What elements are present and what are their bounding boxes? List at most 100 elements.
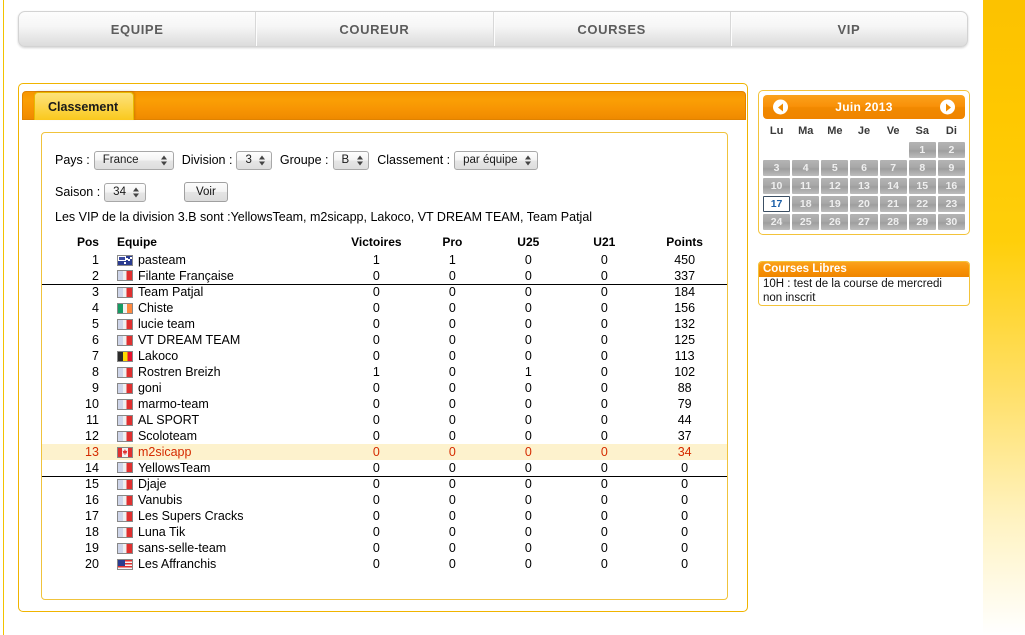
cell-team: Vanubis xyxy=(105,492,338,508)
calendar-day[interactable]: 29 xyxy=(908,214,936,230)
team-name[interactable]: Luna Tik xyxy=(138,525,185,539)
calendar-day[interactable]: 21 xyxy=(879,196,907,212)
table-row[interactable]: 1 pasteam 1 1 0 0 450 xyxy=(42,252,727,268)
table-row[interactable]: 6 VT DREAM TEAM 0 0 0 0 125 xyxy=(42,332,727,348)
table-row[interactable]: 9 goni 0 0 0 0 88 xyxy=(42,380,727,396)
voir-button[interactable]: Voir xyxy=(183,182,228,202)
calendar-day[interactable]: 22 xyxy=(908,196,936,212)
team-name[interactable]: Chiste xyxy=(138,301,173,315)
table-row[interactable]: 19 sans-selle-team 0 0 0 0 0 xyxy=(42,540,727,556)
calendar-day[interactable]: 1 xyxy=(908,142,936,158)
team-name[interactable]: lucie team xyxy=(138,317,195,331)
calendar-day[interactable]: 14 xyxy=(879,178,907,194)
nav-tab-vip[interactable]: VIP xyxy=(731,12,967,46)
table-row[interactable]: 17 Les Supers Cracks 0 0 0 0 0 xyxy=(42,508,727,524)
table-row[interactable]: 8 Rostren Breizh 1 0 1 0 102 xyxy=(42,364,727,380)
team-name[interactable]: marmo-team xyxy=(138,397,209,411)
division-select[interactable]: 3 xyxy=(236,150,272,170)
cell-u21: 0 xyxy=(600,365,608,379)
team-name[interactable]: AL SPORT xyxy=(138,413,199,427)
team-name[interactable]: Team Patjal xyxy=(138,285,203,299)
team-name[interactable]: Les Affranchis xyxy=(138,557,216,571)
table-row[interactable]: 2 Filante Française 0 0 0 0 337 xyxy=(42,268,727,285)
table-row[interactable]: 14 YellowsTeam 0 0 0 0 0 xyxy=(42,460,727,477)
nav-tab-courses[interactable]: COURSES xyxy=(494,12,731,46)
table-row[interactable]: 20 Les Affranchis 0 0 0 0 0 xyxy=(42,556,727,572)
nav-tab-equipe[interactable]: EQUIPE xyxy=(19,12,257,46)
cell-pro: 0 xyxy=(448,509,456,523)
team-name[interactable]: Filante Française xyxy=(138,269,234,283)
table-row[interactable]: 16 Vanubis 0 0 0 0 0 xyxy=(42,492,727,508)
chevron-right-icon[interactable] xyxy=(940,99,955,115)
team-cell: goni xyxy=(116,381,338,395)
cell-u21: 0 xyxy=(600,381,608,395)
team-name[interactable]: sans-selle-team xyxy=(138,541,226,555)
table-row[interactable]: 12 Scoloteam 0 0 0 0 37 xyxy=(42,428,727,444)
calendar-day[interactable]: 3 xyxy=(763,160,791,176)
table-row[interactable]: 15 Djaje 0 0 0 0 0 xyxy=(42,476,727,492)
calendar-day[interactable]: 7 xyxy=(879,160,907,176)
table-row[interactable]: 7 Lakoco 0 0 0 0 113 xyxy=(42,348,727,364)
calendar-day[interactable]: 16 xyxy=(937,178,965,194)
cell-pos: 15 xyxy=(85,477,99,492)
calendar-day[interactable]: 23 xyxy=(937,196,965,212)
pays-select[interactable]: France xyxy=(93,150,174,170)
team-name[interactable]: Vanubis xyxy=(138,493,182,507)
calendar-day[interactable]: 19 xyxy=(821,196,849,212)
calendar-day[interactable]: 28 xyxy=(879,214,907,230)
calendar-day[interactable]: 13 xyxy=(850,178,878,194)
team-cell: Team Patjal xyxy=(116,285,338,299)
table-row[interactable]: 5 lucie team 0 0 0 0 132 xyxy=(42,316,727,332)
calendar-day[interactable]: 10 xyxy=(763,178,791,194)
table-row[interactable]: 11 AL SPORT 0 0 0 0 44 xyxy=(42,412,727,428)
calendar-day[interactable]: 8 xyxy=(908,160,936,176)
calendar-day[interactable]: 30 xyxy=(937,214,965,230)
table-row[interactable]: 18 Luna Tik 0 0 0 0 0 xyxy=(42,524,727,540)
calendar-day[interactable]: 6 xyxy=(850,160,878,176)
cell-pos: 2 xyxy=(42,268,105,285)
cell-victoires: 1 xyxy=(372,253,380,267)
team-name[interactable]: Les Supers Cracks xyxy=(138,509,244,523)
page-root: EQUIPE COUREUR COURSES VIP Classement Pays … xyxy=(0,0,990,635)
calendar-day[interactable]: 12 xyxy=(821,178,849,194)
cell-team: lucie team xyxy=(105,316,338,332)
nav-tab-coureur[interactable]: COUREUR xyxy=(256,12,494,46)
calendar-day[interactable]: 25 xyxy=(792,214,820,230)
table-row[interactable]: 10 marmo-team 0 0 0 0 79 xyxy=(42,396,727,412)
team-name[interactable]: Djaje xyxy=(138,477,167,491)
calendar-day[interactable]: 2 xyxy=(937,142,965,158)
calendar-day[interactable]: 11 xyxy=(792,178,820,194)
team-name[interactable]: Rostren Breizh xyxy=(138,365,221,379)
team-name[interactable]: m2sicapp xyxy=(138,445,192,459)
groupe-select[interactable]: B xyxy=(332,150,370,170)
chevron-left-icon[interactable] xyxy=(773,99,788,115)
cell-pro: 0 xyxy=(448,493,456,507)
calendar-day[interactable]: 15 xyxy=(908,178,936,194)
calendar-day[interactable]: 24 xyxy=(763,214,791,230)
cell-points: 113 xyxy=(674,349,695,363)
team-cell: Djaje xyxy=(116,477,338,491)
team-name[interactable]: pasteam xyxy=(138,253,186,267)
calendar-day[interactable]: 5 xyxy=(821,160,849,176)
classement-select[interactable]: par équipe xyxy=(454,150,538,170)
calendar-day[interactable]: 18 xyxy=(792,196,820,212)
team-name[interactable]: goni xyxy=(138,381,162,395)
cell-pos: 20 xyxy=(85,557,99,571)
team-name[interactable]: Lakoco xyxy=(138,349,178,363)
calendar-day[interactable]: 20 xyxy=(850,196,878,212)
calendar-day[interactable]: 4 xyxy=(792,160,820,176)
cell-pos: 12 xyxy=(85,429,99,443)
table-row[interactable]: 4 Chiste 0 0 0 0 156 xyxy=(42,300,727,316)
calendar-day-selected[interactable]: 17 xyxy=(763,196,791,212)
calendar-day[interactable]: 9 xyxy=(937,160,965,176)
team-name[interactable]: YellowsTeam xyxy=(138,461,211,475)
team-name[interactable]: Scoloteam xyxy=(138,429,197,443)
tab-classement[interactable]: Classement xyxy=(34,92,134,120)
team-name[interactable]: VT DREAM TEAM xyxy=(138,333,240,347)
saison-select[interactable]: 34 xyxy=(104,182,146,202)
flag-fr-icon xyxy=(116,430,133,442)
calendar-day[interactable]: 27 xyxy=(850,214,878,230)
calendar-day[interactable]: 26 xyxy=(821,214,849,230)
table-row[interactable]: 13 m2sicapp 0 0 0 0 34 xyxy=(42,444,727,460)
table-row[interactable]: 3 Team Patjal 0 0 0 0 184 xyxy=(42,284,727,300)
